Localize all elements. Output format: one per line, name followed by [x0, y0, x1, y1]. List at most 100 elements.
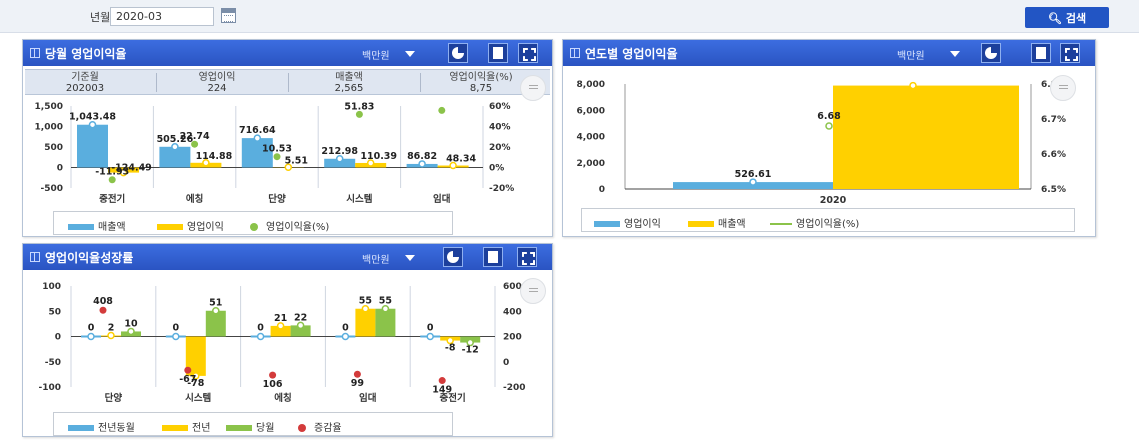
data-label: 0: [88, 323, 95, 334]
y-tick-label: 0: [599, 185, 605, 195]
data-label: 22: [294, 312, 307, 323]
legend-swatch: [157, 224, 183, 230]
data-label: 0: [427, 323, 434, 334]
category-label: 중전기: [439, 392, 465, 404]
prev-month-marker: [256, 332, 265, 341]
scroll-button[interactable]: [520, 75, 546, 101]
chart-legend: 매출액 영업이익 영업이익율(%): [53, 211, 453, 235]
period-label: 년월: [90, 11, 111, 24]
y2-tick-label: 400: [503, 307, 522, 317]
panel-header: 영업이익율성장률 백만원: [23, 244, 552, 270]
revenue-marker: [909, 81, 917, 90]
category-label: 임대: [433, 193, 450, 205]
prev-month-marker: [341, 332, 350, 341]
legend-item: 영업이익: [157, 218, 224, 233]
summary-table: 기준월 202003 영업이익 224 매출액 2,565 영업이익율(%) 8,75: [25, 69, 550, 95]
scroll-button[interactable]: [520, 278, 546, 304]
category-label: 시스템: [346, 193, 372, 205]
unit-select[interactable]: 백만원: [897, 47, 925, 62]
panel-title: 연도별 영업이익율: [585, 47, 678, 61]
legend-item: 영업이익율(%): [770, 215, 859, 230]
panel-header: 연도별 영업이익율 백만원: [563, 40, 1095, 66]
window-icon: [30, 48, 40, 58]
legend-swatch: [770, 220, 792, 228]
chevron-down-icon[interactable]: [950, 51, 960, 57]
data-label: 0: [257, 323, 264, 334]
save-icon[interactable]: [1031, 43, 1051, 63]
data-label: -11.93: [95, 167, 129, 178]
panel-title: 영업이익율성장률: [45, 251, 134, 265]
change-rate-dot: [353, 370, 361, 378]
change-rate-dot: [269, 371, 277, 379]
expand-icon[interactable]: [517, 247, 537, 267]
data-label: 0: [172, 323, 179, 334]
data-label: 716.64: [239, 125, 276, 136]
pie-chart-icon[interactable]: [443, 247, 463, 267]
legend-swatch: [250, 223, 258, 231]
margin-growth-chart: 100500-50-1006004002000-2000 2 10408단양0-78…: [38, 282, 525, 404]
data-label: 51.83: [344, 101, 374, 112]
data-label: 106: [263, 379, 283, 390]
data-label: 51: [209, 298, 222, 309]
data-label: 408: [93, 296, 113, 307]
unit-select[interactable]: 백만원: [362, 47, 390, 62]
data-label: 110.39: [360, 151, 397, 162]
y2-tick-label: 40%: [489, 123, 511, 133]
expand-icon[interactable]: [1060, 43, 1080, 63]
legend-swatch: [226, 425, 252, 431]
data-label: 86.82: [407, 151, 437, 162]
data-label: 526.61: [735, 169, 772, 180]
window-icon: [570, 48, 580, 58]
legend-item: 매출액: [688, 215, 746, 230]
y-tick-label: 500: [44, 143, 63, 153]
change-rate-dot: [184, 366, 192, 374]
y2-tick-label: -20%: [489, 184, 514, 194]
y-tick-label: -100: [38, 383, 61, 393]
data-label: 99: [351, 378, 364, 389]
bar-current-month: [375, 308, 396, 337]
bar-revenue: [833, 85, 1019, 189]
category-label: 에칭: [186, 193, 203, 205]
category-label: 중전기: [99, 193, 125, 205]
category-label: 임대: [359, 392, 376, 404]
save-icon[interactable]: [488, 43, 508, 63]
data-label: 114.88: [196, 151, 233, 162]
panel-title: 당월 영업이익율: [45, 47, 127, 61]
legend-item: 영업이익: [594, 215, 661, 230]
change-rate-dot: [99, 306, 107, 314]
data-label: 10.53: [262, 144, 292, 155]
chevron-down-icon[interactable]: [405, 51, 415, 57]
data-label: -67: [179, 374, 196, 385]
save-icon[interactable]: [483, 247, 503, 267]
window-icon: [30, 252, 40, 262]
data-label: 55: [379, 296, 392, 307]
category-label: 단양: [268, 193, 286, 205]
legend-item: 영업이익율(%): [244, 218, 329, 233]
chevron-down-icon[interactable]: [405, 255, 415, 261]
period-input[interactable]: 2020-03: [110, 7, 214, 26]
y2-tick-label: 60%: [489, 102, 511, 112]
monthly-margin-chart: 1,500 1,000 500 0 -500 60% 40% 20% 0% -20% 1,043.4…: [35, 101, 515, 205]
y2-tick-label: 6.5%: [1041, 185, 1066, 195]
data-label: -12: [462, 345, 479, 356]
data-label: 5.51: [285, 155, 308, 166]
expand-icon[interactable]: [518, 43, 538, 63]
prev-month-marker: [172, 332, 180, 341]
bar-revenue: [77, 124, 108, 168]
pie-chart-icon[interactable]: [981, 43, 1001, 63]
search-toolbar: 년월 2020-03 🔍︎ 검색: [0, 0, 1139, 33]
y2-tick-label: 200: [503, 333, 522, 343]
legend-item: 매출액: [68, 218, 126, 233]
y2-tick-label: 0: [503, 358, 509, 368]
unit-select[interactable]: 백만원: [362, 251, 390, 266]
calendar-icon[interactable]: [221, 8, 236, 23]
search-button[interactable]: 🔍︎ 검색: [1025, 7, 1109, 28]
y2-tick-label: 6.7%: [1041, 115, 1066, 125]
category-label: 에칭: [274, 392, 291, 404]
pie-chart-icon[interactable]: [448, 43, 468, 63]
panel-monthly-margin: 당월 영업이익율 백만원 기준월 202003 영업이익 224 매출액 2,565 …: [22, 39, 553, 237]
bar-current-month: [205, 310, 226, 337]
scroll-button[interactable]: [1050, 75, 1076, 101]
y-tick-label: -50: [45, 358, 61, 368]
y-tick-label: 6,000: [577, 106, 605, 116]
